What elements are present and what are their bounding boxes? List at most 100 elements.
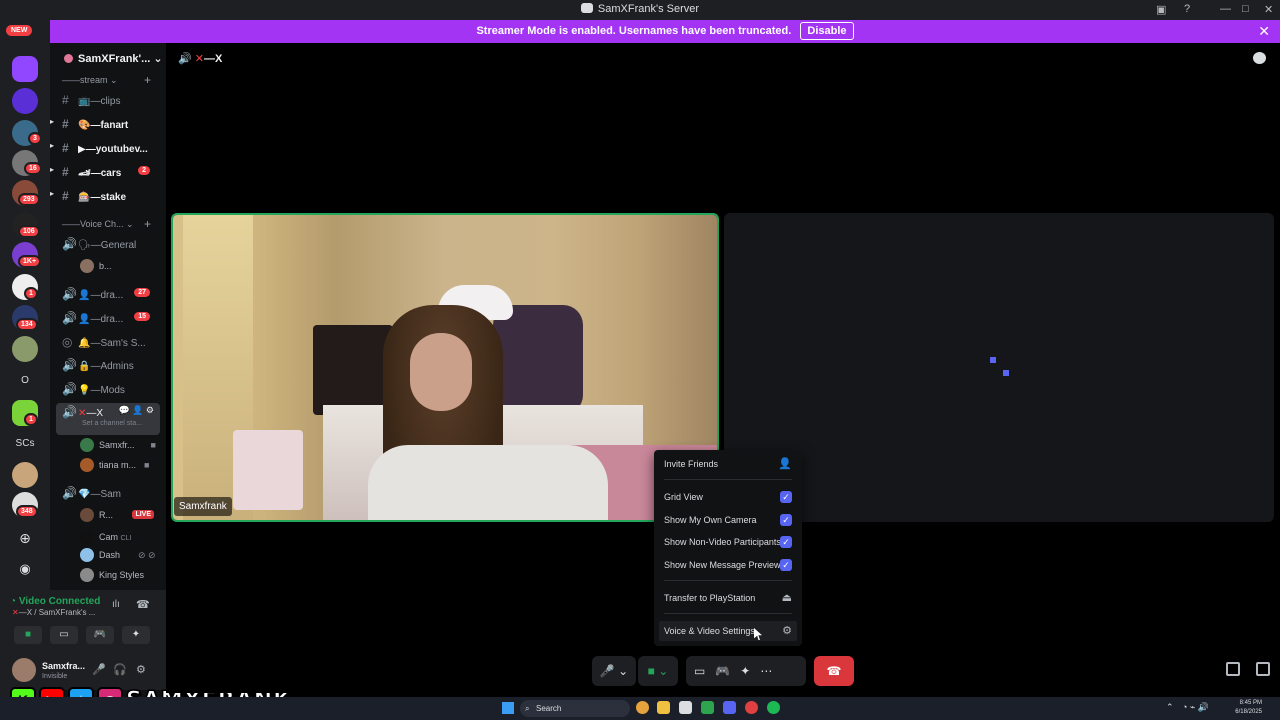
menu-show-non-video[interactable]: Show Non-Video Participants ✓: [659, 532, 797, 552]
disconnect-call-button[interactable]: ☎: [814, 656, 854, 686]
settings-gear-icon[interactable]: ⚙: [136, 663, 146, 676]
new-badge: NEW: [6, 25, 33, 36]
channel-clips[interactable]: # 📺—clips: [62, 93, 162, 107]
spotify-icon[interactable]: [767, 701, 780, 714]
soundboard-button[interactable]: ✦: [122, 626, 150, 644]
app-icon[interactable]: [701, 701, 714, 714]
server-scs[interactable]: SCs: [12, 438, 38, 449]
server-twitch[interactable]: [12, 56, 38, 82]
user-panel: Samxfra... Invisible 🎤 🎧 ⚙: [0, 650, 166, 690]
store-icon[interactable]: [679, 701, 692, 714]
server-icon-10[interactable]: [12, 336, 38, 362]
taskbar-search[interactable]: ⌕ Search: [520, 700, 630, 717]
windows-start-icon[interactable]: [502, 702, 514, 714]
add-friend-icon: 👤: [778, 458, 792, 470]
file-explorer-icon[interactable]: [657, 701, 670, 714]
menu-invite-friends[interactable]: Invite Friends 👤: [659, 454, 797, 474]
menu-transfer-playstation[interactable]: Transfer to PlayStation ⏏: [659, 588, 797, 608]
close-window-icon[interactable]: ✕: [1264, 3, 1273, 16]
popout-icon[interactable]: [1226, 662, 1240, 676]
microphone-icon[interactable]: 🎤: [92, 663, 106, 676]
server-icon-2[interactable]: [12, 88, 38, 114]
fullscreen-icon[interactable]: [1256, 662, 1270, 676]
video-tile-samxfrank[interactable]: [171, 213, 719, 522]
screen-share-icon[interactable]: ▭: [694, 664, 715, 678]
tray-chevron-icon[interactable]: ⌃: [1166, 702, 1174, 713]
channel-status-placeholder[interactable]: Set a channel sta...: [62, 420, 160, 427]
add-channel-icon[interactable]: +: [144, 73, 151, 87]
voice-channel-dra-2[interactable]: 🔊👤—dra... 15: [62, 311, 162, 325]
more-options-icon[interactable]: ⋯: [760, 664, 782, 678]
add-server-icon[interactable]: ⊕: [12, 530, 38, 547]
voice-user[interactable]: King Styles: [80, 568, 144, 582]
voice-user[interactable]: Cam CLI: [80, 530, 131, 544]
camera-toggle-button[interactable]: ■ ⌄: [638, 656, 678, 686]
voice-user[interactable]: tiana m... ■: [80, 458, 149, 472]
server-name-header[interactable]: SamXFrank'... ⌄: [64, 52, 163, 65]
checkbox-checked-icon[interactable]: ✓: [780, 559, 792, 571]
tray-icons[interactable]: ◔ ⌁ 🔊: [1182, 702, 1209, 713]
microphone-toggle-button[interactable]: 🎤 ⌄: [592, 656, 636, 686]
chat-bubble-icon[interactable]: [1253, 52, 1266, 64]
chrome-icon[interactable]: [636, 701, 649, 714]
voice-channel-sam[interactable]: 🔊💎—Sam: [62, 486, 162, 500]
voice-channel-general[interactable]: 🔊🗣—General: [62, 237, 162, 251]
menu-grid-view[interactable]: Grid View ✓: [659, 487, 797, 507]
checkbox-checked-icon[interactable]: ✓: [780, 514, 792, 526]
user-avatar[interactable]: [12, 658, 36, 682]
channel-stake[interactable]: ▸ # 🎰—stake: [50, 189, 162, 203]
stage-icon: ◎: [62, 335, 73, 349]
server-badge: 1: [24, 287, 38, 300]
voice-user[interactable]: b...: [80, 259, 112, 273]
activity-icon[interactable]: 🎮: [715, 664, 740, 678]
menu-divider: [664, 613, 792, 614]
server-o[interactable]: O: [12, 375, 38, 386]
voice-channel-dra-1[interactable]: 🔊👤—dra... 27: [62, 287, 162, 301]
help-icon[interactable]: ?: [1184, 3, 1190, 15]
call-options-menu: Invite Friends 👤 Grid View ✓ Show My Own C…: [654, 450, 802, 646]
category-stream[interactable]: ——stream ⌄ +: [62, 73, 151, 87]
maximize-icon[interactable]: □: [1242, 3, 1249, 15]
voice-status[interactable]: ◔ Video Connected: [10, 596, 100, 607]
menu-message-previews[interactable]: Show New Message Previews ✓: [659, 555, 797, 575]
minimize-icon[interactable]: —: [1220, 3, 1231, 15]
video-tile-loading[interactable]: [724, 213, 1274, 522]
mention-badge: 2: [138, 166, 150, 175]
category-voice[interactable]: ——Voice Ch... ⌄ +: [62, 217, 151, 231]
camera-button[interactable]: ■: [14, 626, 42, 644]
screen-share-button[interactable]: ▭: [50, 626, 78, 644]
discover-icon[interactable]: ◉: [12, 561, 38, 577]
noise-suppression-icon[interactable]: ılı: [112, 599, 120, 610]
voice-channel-path[interactable]: ✕—X / SamXFrank's ...: [12, 608, 95, 617]
add-channel-icon[interactable]: +: [144, 217, 151, 231]
call-actions-group: ▭🎮✦⋯: [686, 656, 806, 686]
voice-channel-admins[interactable]: 🔊🔒—Admins: [62, 358, 162, 372]
voice-user[interactable]: Samxfr... ■: [80, 438, 156, 452]
voice-channel-mods[interactable]: 🔊💡—Mods: [62, 382, 162, 396]
speaker-icon: 🔊: [62, 311, 77, 325]
menu-voice-video-settings[interactable]: Voice & Video Settings ⚙: [659, 621, 797, 641]
channel-action-icons[interactable]: 💬 👤 ⚙: [119, 405, 154, 416]
user-name[interactable]: Samxfra...: [42, 661, 85, 671]
channel-cars[interactable]: ▸ # 🏎—cars 2: [50, 165, 162, 179]
disconnect-icon[interactable]: ☎: [136, 598, 150, 611]
headphones-icon[interactable]: 🎧: [113, 663, 127, 676]
disable-streamer-mode-button[interactable]: Disable: [800, 22, 854, 40]
activity-button[interactable]: 🎮: [86, 626, 114, 644]
channel-youtube[interactable]: ▸ # ▶—youtubev...: [50, 141, 162, 155]
inbox-icon[interactable]: ▣: [1156, 3, 1166, 16]
taskbar-clock[interactable]: 8:45 PM 6/18/2025: [1235, 699, 1262, 717]
discord-icon[interactable]: [723, 701, 736, 714]
soundboard-icon[interactable]: ✦: [740, 664, 760, 678]
avatar: [80, 508, 94, 522]
voice-channel-x-active[interactable]: 🔊✕—X 💬 👤 ⚙ Set a channel sta...: [56, 403, 160, 435]
browser-icon[interactable]: [745, 701, 758, 714]
checkbox-checked-icon[interactable]: ✓: [780, 536, 792, 548]
menu-show-own-camera[interactable]: Show My Own Camera ✓: [659, 510, 797, 530]
voice-user[interactable]: Dash ⊘ ⊘: [80, 548, 156, 562]
channel-fanart[interactable]: ▸ # 🎨—fanart: [50, 117, 162, 131]
server-icon-12[interactable]: [12, 462, 38, 488]
stage-channel-sams[interactable]: ◎ 🔔—Sam's S...: [62, 335, 162, 349]
checkbox-checked-icon[interactable]: ✓: [780, 491, 792, 503]
banner-close-icon[interactable]: ✕: [1258, 20, 1270, 43]
